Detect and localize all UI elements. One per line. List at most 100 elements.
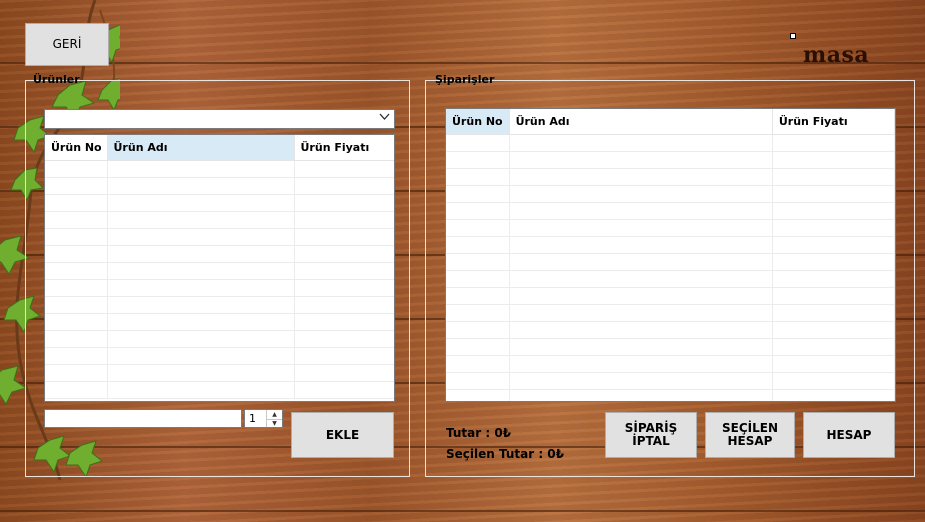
- orders-column-urun-no[interactable]: Ürün No: [446, 109, 510, 135]
- orders-grid[interactable]: Ürün No Ürün Adı Ürün Fiyatı: [445, 108, 896, 402]
- empty-cell: [107, 347, 295, 365]
- empty-cell: [446, 219, 510, 237]
- empty-cell: [446, 355, 510, 373]
- empty-cell: [107, 296, 295, 314]
- products-grid[interactable]: Ürün No Ürün Adı Ürün Fiyatı: [44, 134, 395, 402]
- empty-cell: [107, 245, 295, 263]
- empty-row: [45, 364, 394, 382]
- empty-row: [446, 338, 895, 356]
- empty-cell: [772, 270, 895, 288]
- spin-down-icon[interactable]: ▼: [267, 418, 282, 428]
- empty-cell: [772, 355, 895, 373]
- empty-row: [446, 372, 895, 390]
- empty-cell: [446, 287, 510, 305]
- empty-cell: [446, 270, 510, 288]
- empty-cell: [107, 330, 295, 348]
- empty-cell: [294, 262, 394, 280]
- category-dropdown[interactable]: [44, 109, 395, 129]
- cancel-order-button[interactable]: SİPARİŞ İPTAL: [605, 412, 697, 458]
- cancel-order-button-label: SİPARİŞ İPTAL: [624, 421, 678, 448]
- empty-cell: [45, 245, 108, 263]
- empty-row: [45, 262, 394, 280]
- empty-row: [45, 228, 394, 246]
- empty-cell: [294, 347, 394, 365]
- empty-cell: [107, 262, 295, 280]
- empty-row: [45, 177, 394, 195]
- empty-cell: [294, 228, 394, 246]
- empty-cell: [446, 321, 510, 339]
- empty-cell: [509, 185, 773, 203]
- quantity-spinner[interactable]: ▲ ▼: [266, 410, 282, 427]
- empty-cell: [446, 134, 510, 152]
- empty-cell: [772, 168, 895, 186]
- empty-cell: [509, 134, 773, 152]
- empty-cell: [772, 321, 895, 339]
- empty-cell: [446, 304, 510, 322]
- empty-cell: [45, 313, 108, 331]
- empty-cell: [294, 381, 394, 399]
- selected-bill-button[interactable]: SEÇİLEN HESAP: [705, 412, 795, 458]
- empty-cell: [772, 185, 895, 203]
- quantity-stepper[interactable]: 1 ▲ ▼: [244, 409, 283, 428]
- empty-row: [446, 202, 895, 220]
- empty-cell: [294, 279, 394, 297]
- empty-cell: [509, 304, 773, 322]
- brand-logo: masa: [803, 42, 870, 68]
- empty-row: [446, 134, 895, 152]
- empty-cell: [772, 202, 895, 220]
- orders-column-urun-fiyati[interactable]: Ürün Fiyatı: [772, 109, 895, 135]
- bill-button-label: HESAP: [826, 427, 872, 442]
- selected-total-label: Seçilen Tutar : 0₺: [446, 447, 564, 461]
- empty-cell: [107, 177, 295, 195]
- empty-row: [446, 270, 895, 288]
- empty-cell: [446, 372, 510, 390]
- empty-row: [45, 330, 394, 348]
- empty-row: [446, 151, 895, 169]
- product-input[interactable]: [44, 409, 242, 428]
- empty-cell: [446, 202, 510, 220]
- empty-row: [446, 304, 895, 322]
- empty-row: [446, 236, 895, 254]
- chevron-down-icon[interactable]: [379, 113, 390, 124]
- add-button[interactable]: EKLE: [291, 412, 394, 458]
- empty-cell: [772, 253, 895, 271]
- column-urun-fiyati[interactable]: Ürün Fiyatı: [294, 135, 394, 161]
- empty-cell: [509, 236, 773, 254]
- column-urun-adi[interactable]: Ürün Adı: [107, 135, 295, 161]
- empty-cell: [772, 338, 895, 356]
- back-button-label: GERİ: [52, 37, 82, 51]
- empty-cell: [294, 313, 394, 331]
- quantity-value: 1: [249, 412, 256, 425]
- empty-cell: [107, 160, 295, 178]
- empty-row: [45, 347, 394, 365]
- empty-cell: [45, 381, 108, 399]
- empty-cell: [45, 296, 108, 314]
- empty-cell: [294, 330, 394, 348]
- empty-cell: [509, 168, 773, 186]
- empty-row: [446, 219, 895, 237]
- empty-cell: [107, 211, 295, 229]
- column-urun-no[interactable]: Ürün No: [45, 135, 108, 161]
- empty-cell: [45, 177, 108, 195]
- empty-row: [446, 321, 895, 339]
- empty-cell: [45, 262, 108, 280]
- empty-cell: [45, 330, 108, 348]
- empty-row: [446, 287, 895, 305]
- spin-up-icon[interactable]: ▲: [267, 410, 282, 419]
- empty-row: [446, 355, 895, 373]
- empty-cell: [294, 245, 394, 263]
- back-button[interactable]: GERİ: [25, 23, 109, 66]
- empty-cell: [107, 381, 295, 399]
- orders-column-urun-adi[interactable]: Ürün Adı: [509, 109, 773, 135]
- siparisler-legend: Şiparişler: [435, 73, 495, 86]
- empty-row: [446, 389, 895, 401]
- empty-cell: [509, 389, 773, 401]
- empty-row: [446, 185, 895, 203]
- empty-cell: [509, 253, 773, 271]
- empty-cell: [509, 219, 773, 237]
- empty-cell: [45, 364, 108, 382]
- empty-row: [45, 245, 394, 263]
- empty-cell: [45, 211, 108, 229]
- bill-button[interactable]: HESAP: [803, 412, 895, 458]
- empty-cell: [446, 168, 510, 186]
